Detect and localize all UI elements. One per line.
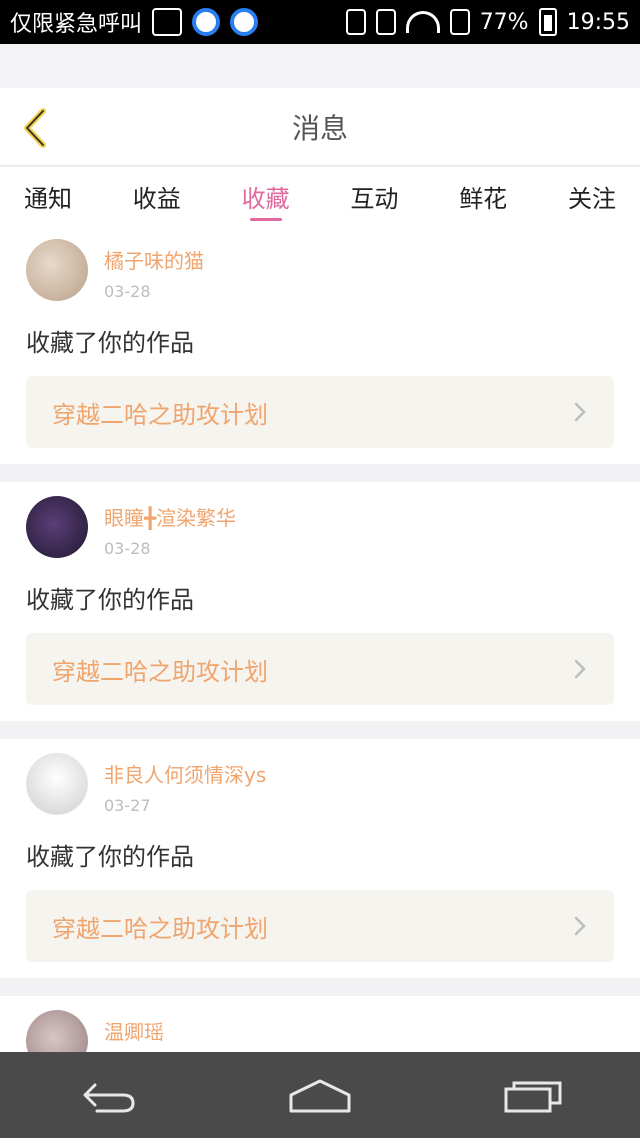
tab-bar: 通知 收益 收藏 互动 鲜花 关注 <box>0 167 640 225</box>
status-right: 77% 19:55 <box>345 8 630 36</box>
top-spacer <box>0 44 640 88</box>
nav-back-button[interactable] <box>67 1070 147 1120</box>
system-nav-bar <box>0 1052 640 1138</box>
user-meta: 橘子味的猫 03-28 <box>104 239 204 301</box>
message-date: 03-28 <box>104 282 151 301</box>
battery-icon <box>538 8 557 36</box>
tab-flowers[interactable]: 鲜花 <box>459 167 507 225</box>
work-link[interactable]: 穿越二哈之助攻计划 <box>26 633 614 705</box>
tab-favorites[interactable]: 收藏 <box>242 167 290 225</box>
work-title: 穿越二哈之助攻计划 <box>52 914 268 943</box>
username[interactable]: 眼瞳╋渲染繁华 <box>104 502 236 531</box>
recents-icon <box>504 1081 562 1113</box>
message-text: 收藏了你的作品 <box>26 843 194 871</box>
avatar[interactable] <box>26 239 88 301</box>
user-meta: 温卿瑶 <box>104 1010 164 1045</box>
back-chevron-icon <box>24 108 46 148</box>
battery-percent: 77% <box>479 9 529 35</box>
user-meta: 非良人何须情深ys 03-27 <box>104 753 266 815</box>
bluetooth-icon <box>345 9 366 35</box>
username[interactable]: 橘子味的猫 <box>104 245 204 274</box>
home-icon <box>289 1079 351 1113</box>
message-header: 橘子味的猫 03-28 <box>26 239 614 301</box>
chevron-right-icon <box>574 402 586 422</box>
qq-icon <box>230 8 259 36</box>
picture-icon <box>152 8 183 36</box>
message-date: 03-28 <box>104 539 151 558</box>
status-left: 仅限紧急呼叫 <box>10 6 259 38</box>
chevron-right-icon <box>574 659 586 679</box>
tab-earnings[interactable]: 收益 <box>133 167 181 225</box>
page-title: 消息 <box>291 111 348 145</box>
username[interactable]: 温卿瑶 <box>104 1016 164 1045</box>
user-meta: 眼瞳╋渲染繁华 03-28 <box>104 496 236 558</box>
message-text: 收藏了你的作品 <box>26 586 194 614</box>
chevron-right-icon <box>574 916 586 936</box>
username[interactable]: 非良人何须情深ys <box>104 759 266 788</box>
status-text: 仅限紧急呼叫 <box>10 12 143 37</box>
back-button[interactable] <box>18 108 54 148</box>
qq-icon <box>192 8 221 36</box>
wifi-icon <box>405 11 440 33</box>
rotation-icon <box>375 9 396 35</box>
screen: 仅限紧急呼叫 77% 19:55 消息 通知 收益 收藏 互动 鲜花 关注 橘子… <box>0 0 640 1138</box>
message-card: 非良人何须情深ys 03-27 收藏了你的作品 穿越二哈之助攻计划 <box>0 739 640 978</box>
message-list: 橘子味的猫 03-28 收藏了你的作品 穿越二哈之助攻计划 眼瞳╋渲染繁华 03… <box>0 225 640 1106</box>
message-header: 非良人何须情深ys 03-27 <box>26 753 614 815</box>
nav-home-button[interactable] <box>280 1070 360 1120</box>
message-date: 03-27 <box>104 796 151 815</box>
message-text: 收藏了你的作品 <box>26 329 194 357</box>
nav-recents-button[interactable] <box>493 1070 573 1120</box>
message-header: 眼瞳╋渲染繁华 03-28 <box>26 496 614 558</box>
work-title: 穿越二哈之助攻计划 <box>52 657 268 686</box>
avatar[interactable] <box>26 496 88 558</box>
tab-follow[interactable]: 关注 <box>568 167 616 225</box>
message-card: 橘子味的猫 03-28 收藏了你的作品 穿越二哈之助攻计划 <box>0 225 640 464</box>
clock: 19:55 <box>566 9 630 35</box>
status-bar: 仅限紧急呼叫 77% 19:55 <box>0 0 640 44</box>
tab-interaction[interactable]: 互动 <box>350 167 398 225</box>
work-link[interactable]: 穿越二哈之助攻计划 <box>26 890 614 962</box>
work-title: 穿越二哈之助攻计划 <box>52 400 268 429</box>
sim-icon <box>449 9 470 35</box>
back-icon <box>83 1083 135 1113</box>
avatar[interactable] <box>26 753 88 815</box>
work-link[interactable]: 穿越二哈之助攻计划 <box>26 376 614 448</box>
message-card: 眼瞳╋渲染繁华 03-28 收藏了你的作品 穿越二哈之助攻计划 <box>0 482 640 721</box>
app-header: 消息 <box>0 88 640 166</box>
tab-notice[interactable]: 通知 <box>24 167 72 225</box>
